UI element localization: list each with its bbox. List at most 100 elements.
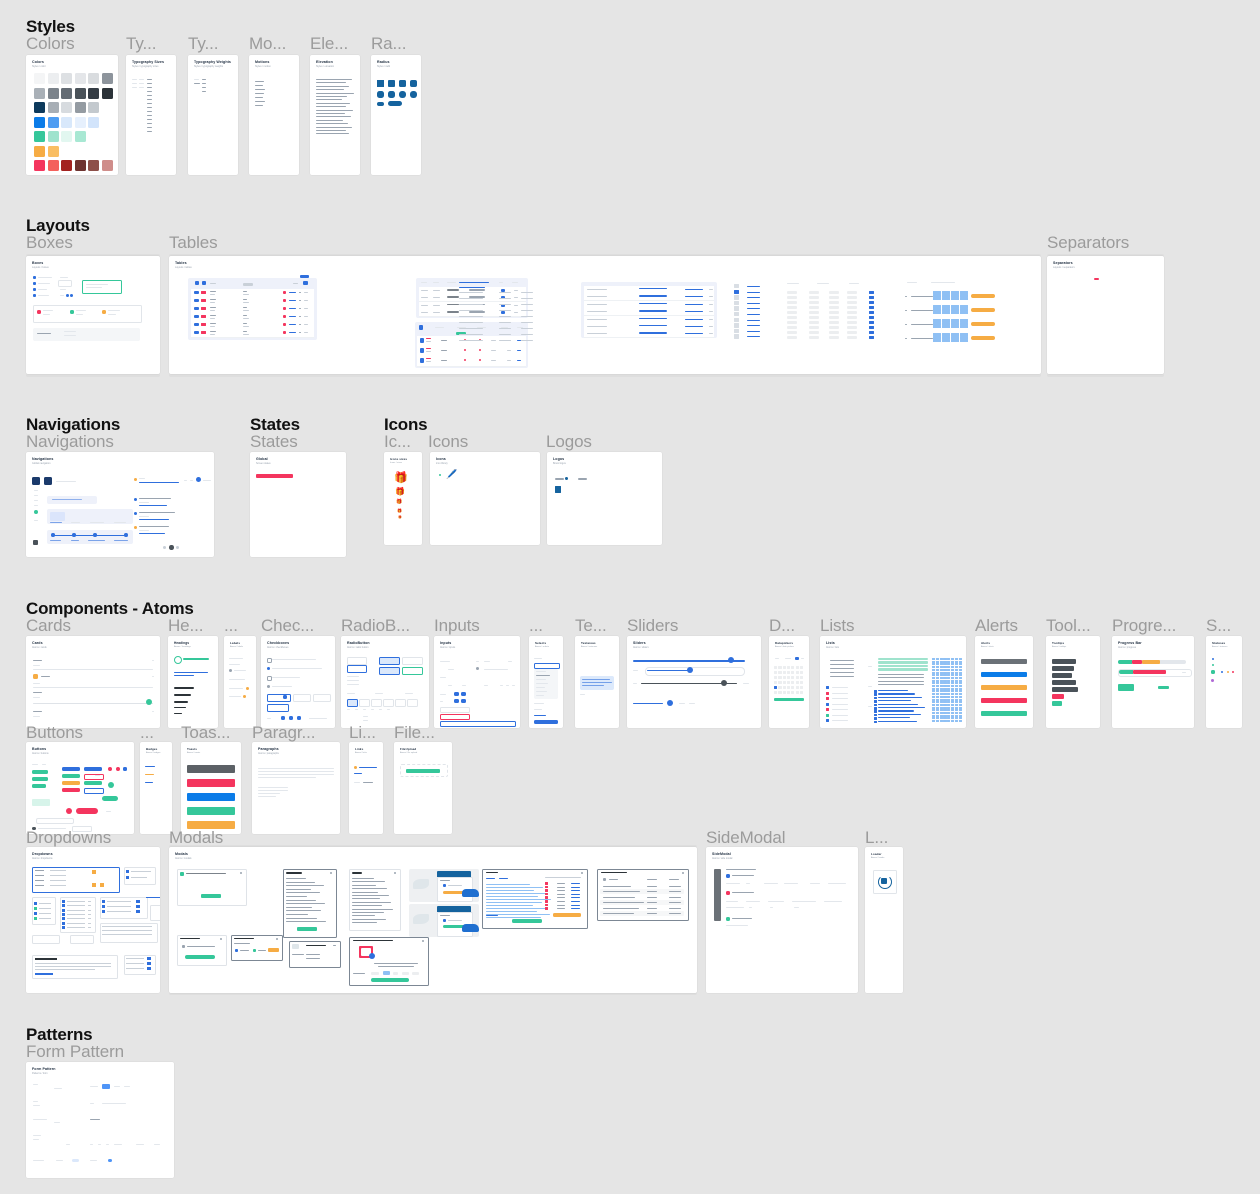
frame-label-separators[interactable]: Separators [1047, 233, 1129, 253]
list-highlight [878, 668, 928, 671]
list-bullet-icon [826, 691, 829, 695]
list-grid-cell [935, 703, 939, 706]
frame-label-inputs[interactable]: Inputs [434, 616, 480, 636]
frame-label-cards[interactable]: Cards [26, 616, 71, 636]
table-cell [847, 311, 857, 314]
frame-label-dropdowns[interactable]: Dropdowns [26, 828, 111, 848]
frame-label-boxes[interactable]: Boxes [26, 233, 73, 253]
frame-label-buttons[interactable]: Buttons [26, 723, 83, 743]
frame-label-links[interactable]: Li... [349, 723, 379, 743]
dropdown-item [67, 913, 85, 915]
dropdown-item [107, 911, 131, 912]
frame-logos[interactable]: Logos Brand logos [547, 452, 662, 545]
frame-sliders[interactable]: Sliders Atoms / sliders [627, 636, 761, 728]
frame-boxes[interactable]: Boxes Layouts / boxes [26, 256, 160, 374]
frame-label-checkboxes[interactable]: Chec... [261, 616, 319, 636]
frame-label-radiobutton[interactable]: RadioB... [341, 616, 419, 636]
frame-label-statuses[interactable]: S... [1206, 616, 1236, 636]
frame-label-headings[interactable]: He... [168, 616, 208, 636]
frame-label-lists[interactable]: Lists [820, 616, 854, 636]
frame-navigations[interactable]: Navigations Global navigation [26, 452, 214, 557]
frame-icons[interactable]: Icons Icon library 🖊️ [430, 452, 540, 545]
frame-paragraphs[interactable]: Paragraphs Atoms / paragraphs [252, 742, 340, 834]
frame-elevation[interactable]: Elevation Styles / elevation [310, 55, 360, 175]
frame-selects[interactable]: Selects Atoms / selects [529, 636, 563, 728]
table-cell [747, 302, 760, 304]
frame-label-radius[interactable]: Ra... [371, 34, 415, 54]
frame-radiobutton[interactable]: RadioButton Atoms / radio button [341, 636, 429, 728]
frame-inputs[interactable]: Inputs Atoms / inputs [434, 636, 520, 728]
table-cell [459, 310, 483, 311]
elevation-row [316, 89, 344, 91]
frame-label-states[interactable]: States [250, 432, 298, 452]
frame-links[interactable]: Links Atoms / links [349, 742, 383, 834]
frame-label-selects[interactable]: ... [529, 616, 553, 636]
frame-label-datapickers[interactable]: D... [769, 616, 799, 636]
frame-label-typography-sizes[interactable]: Ty... [126, 34, 166, 54]
frame-label-typography-weights[interactable]: Ty... [188, 34, 228, 54]
list-grid-cell [947, 706, 951, 709]
frame-label-tables[interactable]: Tables [169, 233, 218, 253]
frame-states[interactable]: Global Screen states [250, 452, 346, 557]
frame-badges[interactable]: Badges Atoms / badges [140, 742, 172, 834]
frame-typography-sizes[interactable]: Typography Sizes Styles / typography siz… [126, 55, 176, 175]
table-cell [435, 327, 444, 328]
frame-label-alerts[interactable]: Alerts [975, 616, 1018, 636]
frame-label-loader[interactable]: L... [865, 828, 895, 848]
table-cell [304, 324, 308, 325]
frame-label-badges[interactable]: ... [140, 723, 164, 743]
frame-alerts[interactable]: Alerts Atoms / alerts [975, 636, 1033, 728]
frame-tooltips[interactable]: Tooltips Atoms / tooltips [1046, 636, 1100, 728]
frame-statuses[interactable]: Statuses Atoms / statuses [1206, 636, 1242, 728]
frame-radius[interactable]: Radius Styles / radii [371, 55, 421, 175]
table-chip [464, 349, 466, 351]
frame-checkboxes[interactable]: Checkboxes Atoms / checkboxes [261, 636, 335, 728]
frame-label-tooltips[interactable]: Tool... [1046, 616, 1096, 636]
frame-modals[interactable]: Modals Atoms / modals [169, 847, 697, 993]
frame-headings[interactable]: Headings Atoms / headings [168, 636, 218, 728]
frame-form-pattern[interactable]: Form Pattern Patterns / form [26, 1062, 174, 1178]
frame-label-sidemodal[interactable]: SideModal [706, 828, 785, 848]
frame-cards[interactable]: Cards Atoms / cards [26, 636, 160, 728]
frame-progressbar[interactable]: Progress Bar Atoms / progress [1112, 636, 1194, 728]
frame-loader[interactable]: Loader Atoms / loader [865, 847, 903, 993]
frame-datapickers[interactable]: Datapickers Atoms / date pickers [769, 636, 809, 728]
frame-separators[interactable]: Separators Layouts / separators [1047, 256, 1164, 374]
frame-label-labels[interactable]: ... [224, 616, 248, 636]
frame-label-icons-sizes[interactable]: Ic... [384, 432, 422, 452]
list-bullet-icon [874, 707, 877, 710]
table-cell [289, 308, 296, 309]
frame-toasts[interactable]: Toasts Atoms / toasts [181, 742, 241, 834]
frame-textareas[interactable]: Textareas Atoms / textareas [575, 636, 619, 728]
user-icon [443, 919, 446, 922]
frame-label-textareas[interactable]: Te... [575, 616, 615, 636]
frame-label-logos[interactable]: Logos [546, 432, 592, 452]
list-grid-cell [954, 698, 958, 701]
frame-label-progressbar[interactable]: Progre... [1112, 616, 1190, 636]
frame-motions[interactable]: Motions Styles / motion [249, 55, 299, 175]
frame-icons-sizes[interactable]: Icons sizes Icons / sizes 🎁 🎁 🎁 🎁 🎁 [384, 452, 422, 545]
frame-colors[interactable]: Colors Styles / color [26, 55, 118, 175]
frame-dropdowns[interactable]: Dropdowns Atoms / dropdowns [26, 847, 160, 993]
frame-label-sliders[interactable]: Sliders [627, 616, 678, 636]
frame-label-paragraphs[interactable]: Paragr... [252, 723, 330, 743]
frame-label-fileupload[interactable]: File... [394, 723, 442, 743]
frame-label-elevation[interactable]: Ele... [310, 34, 356, 54]
frame-label-icons[interactable]: Icons [428, 432, 468, 452]
frame-label-colors[interactable]: Colors [26, 34, 120, 54]
table-chip [283, 323, 286, 326]
frame-label-motions[interactable]: Mo... [249, 34, 293, 54]
frame-label-toasts[interactable]: Toas... [181, 723, 239, 743]
calendar-day [782, 671, 786, 675]
frame-lists[interactable]: Lists Atoms / lists [820, 636, 966, 728]
frame-fileupload[interactable]: FileUpload Atoms / file upload [394, 742, 452, 834]
frame-label-form-pattern[interactable]: Form Pattern [26, 1042, 124, 1062]
frame-buttons[interactable]: Buttons Atoms / buttons [26, 742, 134, 834]
color-swatch [47, 102, 59, 113]
list-grid-cell [939, 698, 943, 701]
frame-label-navigations[interactable]: Navigations [26, 432, 114, 452]
frame-tables[interactable]: Tables Layouts / tables [169, 256, 1041, 374]
frame-sidemodal[interactable]: SideModal Atoms / side modal [706, 847, 858, 993]
frame-labels[interactable]: Labels Atoms / labels [224, 636, 256, 728]
frame-typography-weights[interactable]: Typography Weights Styles / typography w… [188, 55, 238, 175]
